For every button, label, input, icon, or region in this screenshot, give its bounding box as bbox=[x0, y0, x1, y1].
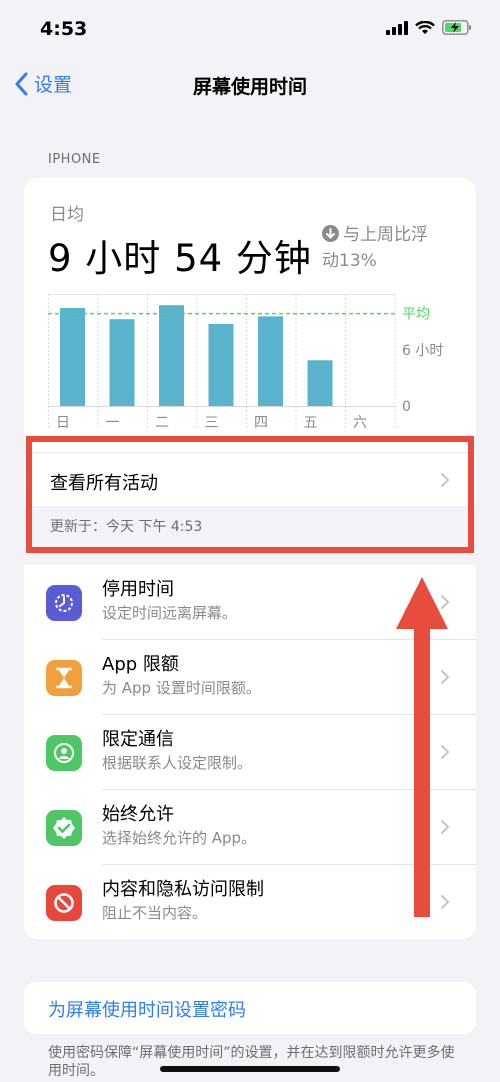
list-item-subtitle: 为 App 设置时间限额。 bbox=[102, 679, 261, 697]
list-item-title: App 限额 bbox=[102, 654, 179, 675]
checkmark-badge-icon bbox=[46, 810, 82, 846]
comparison-text-1: 与上周比浮 bbox=[343, 225, 428, 245]
list-item-title: 始终允许 bbox=[102, 804, 174, 825]
chart-x-tick-label: 四 bbox=[254, 415, 268, 431]
down-arrow-icon bbox=[322, 225, 339, 242]
list-item-subtitle: 设定时间远离屏幕。 bbox=[102, 604, 238, 622]
list-item-title: 限定通信 bbox=[102, 729, 174, 750]
status-bar: 4:53 bbox=[0, 0, 500, 60]
chart-svg: 平均 6 小时 0 日 一 二 三 四 五 六 bbox=[48, 294, 443, 431]
chart-x-tick-label: 日 bbox=[56, 415, 70, 431]
chart-bar bbox=[208, 323, 234, 406]
chart-x-tick-label: 五 bbox=[304, 415, 318, 431]
list-item-title: 内容和隐私访问限制 bbox=[102, 879, 264, 900]
chart-bar bbox=[258, 316, 283, 406]
list-item-title: 停用时间 bbox=[102, 579, 174, 600]
chart-y-tick-label: 6 小时 bbox=[402, 343, 443, 359]
annotation-arrow-icon bbox=[396, 577, 448, 917]
chart-x-tick-label: 三 bbox=[205, 415, 219, 431]
wifi-icon bbox=[415, 20, 435, 39]
passcode-footer-note: 使用密码保障“屏幕使用时间”的设置，并在达到限额时允许更多使用时间。 bbox=[48, 1045, 455, 1079]
chart-y-tick-label: 0 bbox=[402, 399, 411, 415]
set-passcode-label: 为屏幕使用时间设置密码 bbox=[48, 1000, 246, 1021]
section-label: IPHONE bbox=[48, 152, 101, 167]
set-passcode-row[interactable]: 为屏幕使用时间设置密码 bbox=[24, 982, 476, 1034]
chart-x-tick-label: 六 bbox=[353, 415, 367, 431]
chart-x-tick-label: 二 bbox=[155, 415, 169, 431]
battery-charging-icon bbox=[442, 20, 472, 39]
comparison-text-2: 动13% bbox=[322, 251, 377, 271]
chart-bar bbox=[60, 308, 85, 406]
chart-average-label: 平均 bbox=[402, 307, 430, 323]
daily-average-label: 日均 bbox=[50, 205, 84, 225]
chart-bar bbox=[159, 305, 184, 406]
navigation-bar: 设置 屏幕使用时间 bbox=[0, 60, 500, 110]
chart-x-tick-label: 一 bbox=[106, 415, 120, 431]
cellular-signal-icon bbox=[386, 20, 408, 39]
downtime-icon bbox=[46, 585, 82, 621]
list-item-subtitle: 阻止不当内容。 bbox=[102, 904, 208, 922]
chart-bar bbox=[307, 360, 333, 406]
weekly-comparison: 与上周比浮 动13% bbox=[322, 222, 462, 274]
prohibit-icon bbox=[46, 885, 82, 921]
weekly-usage-chart[interactable]: 平均 6 小时 0 日 一 二 三 四 五 六 bbox=[48, 294, 476, 434]
status-icons bbox=[386, 20, 472, 39]
home-indicator bbox=[160, 1066, 340, 1072]
hourglass-icon bbox=[46, 660, 82, 696]
status-time: 4:53 bbox=[40, 18, 88, 40]
page-title: 屏幕使用时间 bbox=[192, 76, 307, 98]
contact-icon bbox=[46, 735, 82, 771]
highlight-box bbox=[26, 436, 474, 553]
daily-average-value: 9 小时 54 分钟 bbox=[48, 237, 312, 280]
list-item-subtitle: 根据联系人设定限制。 bbox=[102, 754, 253, 772]
list-item-subtitle: 选择始终允许的 App。 bbox=[102, 829, 257, 847]
chart-bar bbox=[109, 319, 135, 406]
